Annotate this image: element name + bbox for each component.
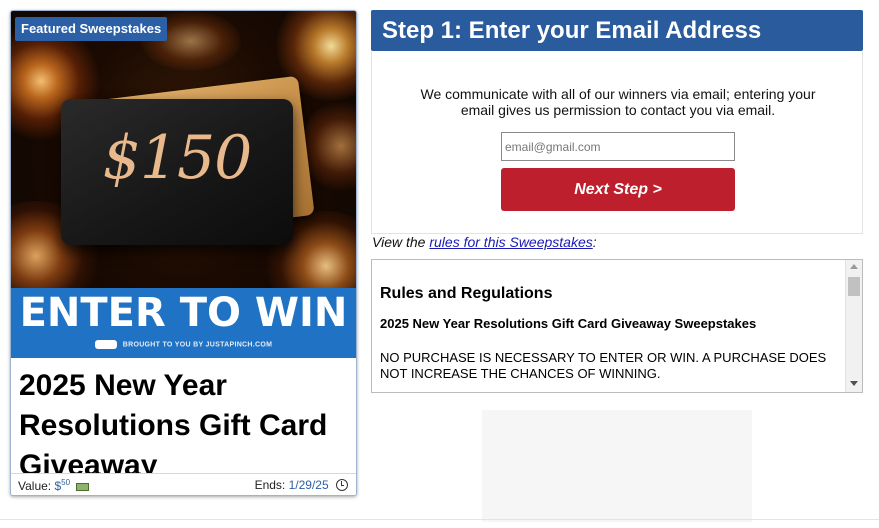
card-footer: Value: $50 Ends: 1/29/25 [11,473,356,495]
value-label: Value: [18,479,52,493]
step-header: Step 1: Enter your Email Address [371,10,863,51]
scroll-thumb[interactable] [848,277,860,296]
email-description: We communicate with all of our winners v… [420,86,816,118]
sweepstakes-title[interactable]: 2025 New Year Resolutions Gift Card Give… [19,366,354,486]
rules-line-prefix: View the [372,234,430,250]
rules-line-suffix: : [592,234,597,250]
rules-text: NO PURCHASE IS NECESSARY TO ENTER OR WIN… [380,350,827,381]
enter-to-win-text: ENTER TO WIN [19,290,348,336]
value-info: Value: $50 [18,478,90,493]
brought-by-text: BROUGHT TO YOU BY JUSTAPINCH.COM [122,341,273,349]
rules-subheading: 2025 New Year Resolutions Gift Card Give… [380,316,757,331]
brought-by-line: BROUGHT TO YOU BY JUSTAPINCH.COM [11,340,356,349]
cash-icon [76,482,90,491]
ends-label: Ends: [254,478,286,492]
ends-date: 1/29/25 [288,478,329,492]
ad-placeholder [482,410,752,522]
rules-scroll-box[interactable]: Rules and Regulations 2025 New Year Reso… [371,259,863,393]
featured-sweepstakes-card[interactable]: $150 ENTER TO WIN BROUGHT TO YOU BY JUST… [10,10,357,496]
rules-link[interactable]: rules for this Sweepstakes [429,234,592,250]
rules-content: Rules and Regulations 2025 New Year Reso… [380,284,846,382]
rules-line: View the rules for this Sweepstakes: [372,234,597,250]
divider [0,519,879,520]
ends-info: Ends: 1/29/25 [255,478,348,492]
email-input[interactable] [501,132,735,161]
featured-badge: Featured Sweepstakes [15,17,168,41]
justapinch-logo-icon [94,340,117,349]
next-step-button[interactable]: Next Step > [501,168,735,211]
scroll-up-arrow-icon[interactable] [850,264,858,269]
value-superscript: 50 [61,478,71,487]
clock-icon [336,479,348,491]
scroll-down-arrow-icon[interactable] [850,381,858,386]
promo-image[interactable]: $150 ENTER TO WIN BROUGHT TO YOU BY JUST… [11,11,356,358]
email-entry-panel: We communicate with all of our winners v… [371,51,863,234]
rules-heading: Rules and Regulations [380,285,553,302]
rules-scrollbar[interactable] [845,260,862,392]
value-amount: $50 [54,478,71,493]
enter-to-win-banner: ENTER TO WIN BROUGHT TO YOU BY JUSTAPINC… [11,288,356,358]
gift-card-amount: $150 [102,123,253,193]
